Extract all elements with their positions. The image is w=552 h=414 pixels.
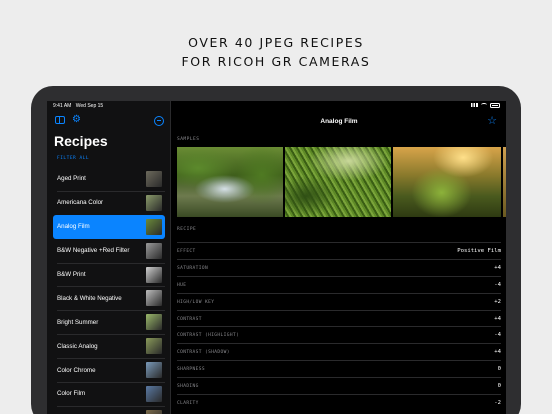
recipe-thumbnail [146, 194, 162, 211]
signal-icon [471, 103, 478, 108]
recipe-label: RECIPE [177, 227, 197, 232]
status-time: 9:41 AM Wed Sep 15 [53, 103, 103, 109]
recipe-thumbnail [146, 362, 162, 379]
setting-value: Positive Film [457, 248, 501, 254]
detail-pane: Analog Film ☆ SAMPLES RECIPE EFFECT Posit… [172, 101, 506, 414]
recipe-setting-row: CONTRAST (HIGHLIGHT) -4 [177, 326, 501, 343]
recipe-thumbnail [146, 218, 162, 235]
setting-value: -4 [494, 281, 501, 288]
recipe-setting-row: SATURATION +4 [177, 258, 501, 276]
recipe-list-item[interactable]: Color Chrome [53, 358, 165, 382]
recipe-list: Aged Print Americana Color Analog Film B&W … [53, 167, 165, 414]
sample-image-waterfall[interactable] [177, 147, 283, 217]
status-indicators [471, 103, 500, 108]
status-date-text: Wed Sep 15 [75, 103, 104, 109]
sidebar-title: Recipes [54, 133, 108, 149]
recipe-list-item[interactable] [53, 405, 165, 414]
setting-key: SHARPNESS [177, 367, 205, 373]
recipe-setting-row: CONTRAST (SHADOW) +4 [177, 343, 501, 360]
setting-key: CONTRAST [177, 316, 202, 322]
recipe-list-item[interactable]: Bright Summer [53, 310, 165, 334]
detail-title: Analog Film [320, 118, 358, 125]
recipe-setting-row: CONTRAST +4 [177, 309, 501, 327]
sample-image-sunlit-leaves[interactable] [393, 147, 501, 217]
gear-icon[interactable]: ⚙ [72, 115, 81, 125]
app-screen: 9:41 AM Wed Sep 15 ⚙ Recipes FILTER ALL … [47, 101, 506, 414]
setting-key: CONTRAST (HIGHLIGHT) [177, 333, 240, 339]
recipe-list-item[interactable]: B&W Negative +Red Filter [53, 239, 165, 263]
recipe-list-item[interactable]: Black & White Negative [53, 286, 165, 310]
wifi-icon [481, 103, 487, 107]
samples-label: SAMPLES [177, 137, 200, 142]
sample-image-partial[interactable] [503, 147, 506, 217]
setting-key: SHADING [177, 384, 199, 390]
recipe-thumbnail [146, 290, 162, 307]
recipe-list-item-label: Classic Analog [57, 342, 98, 350]
recipe-list-item-label: Color Chrome [57, 366, 96, 374]
recipe-list-item[interactable]: Color Film [53, 382, 165, 406]
star-icon[interactable]: ☆ [487, 114, 497, 127]
recipe-list-item[interactable]: B&W Print [53, 262, 165, 287]
headline-line-1: OVER 40 JPEG RECIPES [188, 35, 364, 50]
recipe-list-item-label: B&W Negative +Red Filter [57, 247, 130, 255]
recipe-list-item-label: Analog Film [57, 223, 90, 231]
samples-gallery[interactable] [177, 147, 506, 217]
setting-key: HUE [177, 282, 187, 288]
recipe-list-item[interactable]: Analog Film [53, 214, 165, 239]
sidebar-toolbar: ⚙ [55, 115, 164, 128]
setting-value: -4 [494, 332, 501, 339]
battery-icon [490, 103, 500, 108]
recipe-list-item[interactable]: Americana Color [53, 190, 165, 215]
promo-headline: OVER 40 JPEG RECIPES FOR RICOH GR CAMERA… [0, 33, 552, 71]
setting-value: +4 [494, 264, 501, 271]
recipe-list-item-label: Aged Print [57, 175, 86, 183]
filter-all-button[interactable]: FILTER ALL [57, 156, 89, 161]
setting-key: HIGH/LOW KEY [177, 299, 215, 305]
setting-value: 0 [497, 383, 501, 390]
recipe-list-item-label: B&W Print [57, 271, 86, 278]
sidebar-toggle-icon[interactable] [55, 116, 65, 124]
recipe-thumbnail [146, 386, 162, 403]
recipe-thumbnail [146, 338, 162, 355]
setting-value: 0 [497, 366, 501, 373]
recipe-thumbnail [146, 266, 162, 283]
recipe-list-item[interactable]: Aged Print [53, 167, 165, 191]
recipe-thumbnail [146, 314, 162, 331]
recipe-settings: EFFECT Positive Film SATURATION +4 HUE -4 HIGH… [177, 242, 501, 411]
sample-image-ferns[interactable] [285, 147, 391, 217]
sidebar: 9:41 AM Wed Sep 15 ⚙ Recipes FILTER ALL … [47, 101, 171, 414]
recipe-setting-row: SHARPNESS 0 [177, 360, 501, 377]
setting-key: CLARITY [177, 401, 199, 407]
setting-value: +4 [494, 315, 501, 322]
recipe-list-item-label: Bright Summer [57, 318, 99, 326]
recipe-setting-row: HUE -4 [177, 275, 501, 293]
status-time-text: 9:41 AM [53, 103, 72, 109]
setting-key: SATURATION [177, 265, 209, 271]
setting-key: EFFECT [177, 249, 196, 254]
recipe-thumbnail [146, 171, 162, 187]
setting-value: +2 [494, 298, 501, 305]
setting-value: +4 [494, 349, 501, 356]
minus-circle-icon[interactable] [154, 116, 164, 126]
recipe-list-item-label: Americana Color [57, 199, 104, 207]
setting-key: CONTRAST (SHADOW) [177, 350, 230, 356]
recipe-list-item-label: Color Film [57, 390, 86, 398]
recipe-list-item[interactable]: Classic Analog [53, 334, 165, 358]
recipe-setting-row: HIGH/LOW KEY +2 [177, 292, 501, 310]
headline-line-2: FOR RICOH GR CAMERAS [181, 54, 371, 69]
recipe-setting-row: SHADING 0 [177, 377, 501, 394]
recipe-setting-row: CLARITY -2 [177, 394, 501, 411]
recipe-list-item-label: Black & White Negative [57, 294, 122, 302]
setting-value: -2 [494, 400, 501, 407]
recipe-thumbnail [146, 242, 162, 259]
recipe-setting-row: EFFECT Positive Film [177, 242, 501, 259]
recipe-thumbnail [146, 409, 162, 414]
